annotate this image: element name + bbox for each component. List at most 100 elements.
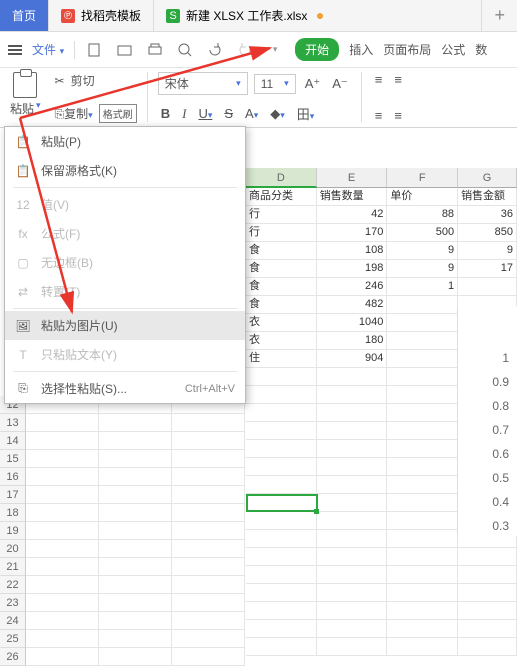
cell[interactable]: 180 <box>317 332 388 350</box>
cell[interactable]: 食 <box>246 242 317 260</box>
cell[interactable] <box>387 296 458 314</box>
cell[interactable] <box>26 612 99 630</box>
cell[interactable] <box>26 522 99 540</box>
cell[interactable] <box>317 602 388 620</box>
row-header[interactable]: 26 <box>0 648 26 666</box>
cell[interactable] <box>246 530 317 548</box>
cell[interactable] <box>99 630 172 648</box>
cell[interactable] <box>99 504 172 522</box>
cell[interactable]: 42 <box>317 206 388 224</box>
bold-button[interactable]: B <box>158 106 173 121</box>
font-name-select[interactable]: 宋体▾ <box>158 72 248 95</box>
cell[interactable]: 销售金额 <box>458 188 517 206</box>
cell[interactable] <box>172 540 245 558</box>
col-header-f[interactable]: F <box>387 168 458 188</box>
cell[interactable] <box>317 368 388 386</box>
cell[interactable] <box>99 612 172 630</box>
menu-data[interactable]: 数 <box>475 41 487 58</box>
cell[interactable] <box>172 414 245 432</box>
cell[interactable] <box>317 458 388 476</box>
cell[interactable] <box>317 548 388 566</box>
cell[interactable] <box>387 548 458 566</box>
cell[interactable] <box>246 566 317 584</box>
cell[interactable] <box>246 458 317 476</box>
cell[interactable] <box>172 648 245 666</box>
row-header[interactable]: 22 <box>0 576 26 594</box>
cell[interactable]: 单价 <box>387 188 458 206</box>
preview-icon[interactable] <box>175 40 195 60</box>
cell[interactable] <box>99 522 172 540</box>
cell[interactable] <box>246 512 317 530</box>
new-icon[interactable] <box>85 40 105 60</box>
row-header[interactable]: 13 <box>0 414 26 432</box>
row-header[interactable]: 16 <box>0 468 26 486</box>
fill-color-button[interactable]: ◆▾ <box>267 106 288 122</box>
cell[interactable] <box>172 486 245 504</box>
menu-paste[interactable]: 📋粘贴(P) <box>5 127 245 156</box>
cell[interactable] <box>26 504 99 522</box>
cell[interactable] <box>387 620 458 638</box>
cell[interactable]: 198 <box>317 260 388 278</box>
align-top-icon[interactable]: ≡ <box>372 72 386 87</box>
cell[interactable] <box>387 350 458 368</box>
cell[interactable] <box>246 368 317 386</box>
cell[interactable]: 衣 <box>246 332 317 350</box>
cell[interactable] <box>99 540 172 558</box>
row-header[interactable]: 14 <box>0 432 26 450</box>
font-size-select[interactable]: 11▾ <box>254 74 296 94</box>
more-down-icon[interactable]: ▾ <box>265 40 285 60</box>
cell[interactable]: 500 <box>387 224 458 242</box>
cell[interactable] <box>458 548 517 566</box>
cell[interactable] <box>26 594 99 612</box>
cell[interactable] <box>317 512 388 530</box>
cell[interactable] <box>317 638 388 656</box>
cell[interactable]: 246 <box>317 278 388 296</box>
cell[interactable] <box>317 386 388 404</box>
cell[interactable] <box>99 594 172 612</box>
cell[interactable] <box>26 450 99 468</box>
print-icon[interactable] <box>145 40 165 60</box>
cell[interactable] <box>387 368 458 386</box>
copy-button[interactable]: ⎘复制▾ <box>55 105 93 122</box>
cell[interactable] <box>26 486 99 504</box>
cell[interactable] <box>387 332 458 350</box>
font-grow-icon[interactable]: A⁺ <box>302 76 324 92</box>
selected-cell[interactable] <box>246 494 318 512</box>
cell[interactable] <box>172 504 245 522</box>
col-header-e[interactable]: E <box>317 168 388 188</box>
menu-start[interactable]: 开始 <box>295 38 339 61</box>
cell[interactable] <box>246 602 317 620</box>
cell[interactable] <box>99 558 172 576</box>
cell[interactable] <box>387 530 458 548</box>
paste-button[interactable]: 粘贴▾ <box>10 72 41 117</box>
cell[interactable] <box>458 602 517 620</box>
fill-handle[interactable] <box>314 509 319 514</box>
cell[interactable] <box>26 630 99 648</box>
cell[interactable]: 88 <box>387 206 458 224</box>
cell[interactable]: 食 <box>246 296 317 314</box>
row-header[interactable]: 15 <box>0 450 26 468</box>
cell[interactable]: 850 <box>458 224 517 242</box>
cell[interactable] <box>317 620 388 638</box>
cell[interactable] <box>317 476 388 494</box>
cell[interactable]: 36 <box>458 206 517 224</box>
cut-button[interactable]: ✂剪切 <box>55 72 137 89</box>
cell[interactable] <box>387 404 458 422</box>
cell[interactable]: 1040 <box>317 314 388 332</box>
cell[interactable] <box>387 386 458 404</box>
align-mid-icon[interactable]: ≡ <box>391 72 405 87</box>
menu-layout[interactable]: 页面布局 <box>383 41 431 58</box>
cell[interactable] <box>26 432 99 450</box>
cell[interactable] <box>26 540 99 558</box>
cell[interactable]: 衣 <box>246 314 317 332</box>
cell[interactable] <box>317 584 388 602</box>
italic-button[interactable]: I <box>179 106 189 122</box>
file-menu[interactable]: 文件 ▾ <box>32 41 64 58</box>
cell[interactable] <box>99 432 172 450</box>
cell[interactable] <box>387 314 458 332</box>
cell[interactable] <box>26 648 99 666</box>
open-icon[interactable] <box>115 40 135 60</box>
cell[interactable] <box>26 558 99 576</box>
tab-document[interactable]: S 新建 XLSX 工作表.xlsx <box>154 0 482 31</box>
cell[interactable] <box>317 494 388 512</box>
